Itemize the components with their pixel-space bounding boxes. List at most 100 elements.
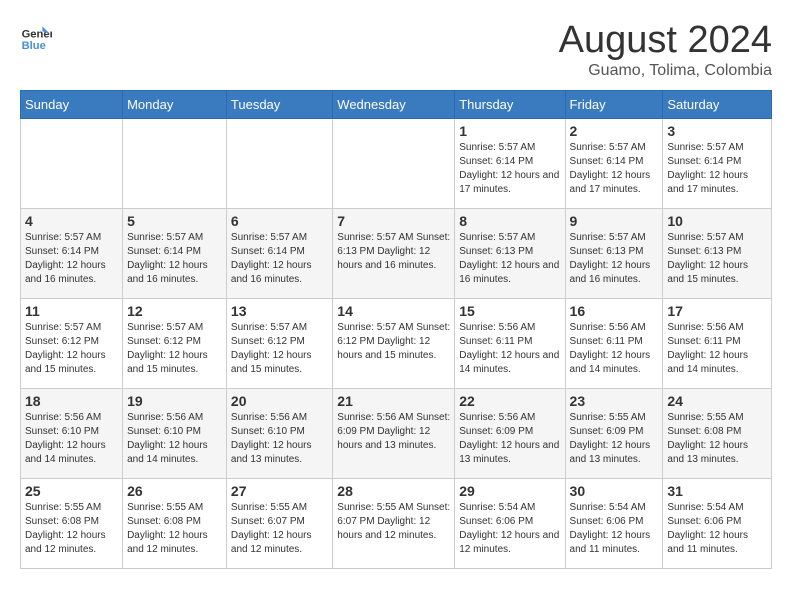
week-row-4: 18Sunrise: 5:56 AM Sunset: 6:10 PM Dayli…: [21, 388, 772, 478]
day-info: Sunrise: 5:56 AM Sunset: 6:10 PM Dayligh…: [25, 411, 118, 467]
day-info: Sunrise: 5:56 AM Sunset: 6:11 PM Dayligh…: [667, 321, 767, 377]
day-info: Sunrise: 5:56 AM Sunset: 6:09 PM Dayligh…: [459, 411, 560, 467]
day-info: Sunrise: 5:57 AM Sunset: 6:14 PM Dayligh…: [459, 141, 560, 197]
logo-icon: General Blue: [20, 20, 52, 52]
day-info: Sunrise: 5:56 AM Sunset: 6:09 PM Dayligh…: [337, 411, 450, 453]
day-info: Sunrise: 5:57 AM Sunset: 6:12 PM Dayligh…: [231, 321, 328, 377]
svg-text:General: General: [22, 29, 52, 41]
day-info: Sunrise: 5:55 AM Sunset: 6:07 PM Dayligh…: [231, 501, 328, 557]
calendar-cell: 16 Sunrise: 5:56 AM Sunset: 6:11 PM Dayli…: [565, 298, 663, 388]
header-monday: Monday: [123, 90, 227, 118]
day-number: 31: [667, 483, 767, 499]
calendar-cell: 26Sunrise: 5:55 AM Sunset: 6:08 PM Dayli…: [123, 478, 227, 568]
calendar-cell: 23Sunrise: 5:55 AM Sunset: 6:09 PM Dayli…: [565, 388, 663, 478]
day-info: Sunrise: 5:57 AM Sunset: 6:14 PM Dayligh…: [667, 141, 767, 197]
day-number: 7: [337, 213, 450, 229]
calendar-cell: 22 Sunrise: 5:56 AM Sunset: 6:09 PM Dayli…: [455, 388, 565, 478]
header: General Blue August 2024 Guamo, Tolima, …: [20, 20, 772, 80]
calendar-cell: 3Sunrise: 5:57 AM Sunset: 6:14 PM Daylig…: [663, 118, 772, 208]
day-number: 30: [570, 483, 659, 499]
day-number: 12: [127, 303, 222, 319]
header-sunday: Sunday: [21, 90, 123, 118]
calendar-cell: 13 Sunrise: 5:57 AM Sunset: 6:12 PM Dayli…: [226, 298, 332, 388]
day-info: Sunrise: 5:56 AM Sunset: 6:10 PM Dayligh…: [127, 411, 222, 467]
week-row-1: 1 Sunrise: 5:57 AM Sunset: 6:14 PM Daylig…: [21, 118, 772, 208]
day-info: Sunrise: 5:54 AM Sunset: 6:06 PM Dayligh…: [667, 501, 767, 557]
day-number: 24: [667, 393, 767, 409]
calendar-cell: 7 Sunrise: 5:57 AM Sunset: 6:13 PM Daylig…: [333, 208, 455, 298]
calendar-cell: 9 Sunrise: 5:57 AM Sunset: 6:13 PM Daylig…: [565, 208, 663, 298]
calendar-cell: 5 Sunrise: 5:57 AM Sunset: 6:14 PM Daylig…: [123, 208, 227, 298]
day-number: 6: [231, 213, 328, 229]
day-number: 2: [570, 123, 659, 139]
calendar-cell: 4Sunrise: 5:57 AM Sunset: 6:14 PM Daylig…: [21, 208, 123, 298]
day-info: Sunrise: 5:57 AM Sunset: 6:13 PM Dayligh…: [667, 231, 767, 287]
day-number: 27: [231, 483, 328, 499]
day-info: Sunrise: 5:55 AM Sunset: 6:08 PM Dayligh…: [25, 501, 118, 557]
calendar-cell: 21Sunrise: 5:56 AM Sunset: 6:09 PM Dayli…: [333, 388, 455, 478]
day-number: 8: [459, 213, 560, 229]
calendar-cell: 30 Sunrise: 5:54 AM Sunset: 6:06 PM Dayli…: [565, 478, 663, 568]
day-number: 10: [667, 213, 767, 229]
calendar-cell: 11Sunrise: 5:57 AM Sunset: 6:12 PM Dayli…: [21, 298, 123, 388]
page-title: August 2024: [559, 20, 772, 62]
day-number: 1: [459, 123, 560, 139]
day-number: 25: [25, 483, 118, 499]
header-wednesday: Wednesday: [333, 90, 455, 118]
day-number: 22: [459, 393, 560, 409]
header-saturday: Saturday: [663, 90, 772, 118]
header-row: SundayMondayTuesdayWednesdayThursdayFrid…: [21, 90, 772, 118]
calendar-cell: 19Sunrise: 5:56 AM Sunset: 6:10 PM Dayli…: [123, 388, 227, 478]
day-number: 5: [127, 213, 222, 229]
week-row-2: 4Sunrise: 5:57 AM Sunset: 6:14 PM Daylig…: [21, 208, 772, 298]
day-number: 29: [459, 483, 560, 499]
calendar-cell: 31 Sunrise: 5:54 AM Sunset: 6:06 PM Dayli…: [663, 478, 772, 568]
calendar-cell: 8 Sunrise: 5:57 AM Sunset: 6:13 PM Daylig…: [455, 208, 565, 298]
day-info: Sunrise: 5:57 AM Sunset: 6:13 PM Dayligh…: [337, 231, 450, 273]
day-number: 15: [459, 303, 560, 319]
day-number: 28: [337, 483, 450, 499]
calendar-cell: 2Sunrise: 5:57 AM Sunset: 6:14 PM Daylig…: [565, 118, 663, 208]
day-number: 16: [570, 303, 659, 319]
header-tuesday: Tuesday: [226, 90, 332, 118]
day-number: 13: [231, 303, 328, 319]
calendar-cell: 17 Sunrise: 5:56 AM Sunset: 6:11 PM Dayli…: [663, 298, 772, 388]
day-number: 23: [570, 393, 659, 409]
day-number: 26: [127, 483, 222, 499]
calendar-cell: 25 Sunrise: 5:55 AM Sunset: 6:08 PM Dayli…: [21, 478, 123, 568]
calendar-cell: [21, 118, 123, 208]
day-number: 17: [667, 303, 767, 319]
week-row-5: 25 Sunrise: 5:55 AM Sunset: 6:08 PM Dayli…: [21, 478, 772, 568]
day-info: Sunrise: 5:57 AM Sunset: 6:14 PM Dayligh…: [127, 231, 222, 287]
day-number: 20: [231, 393, 328, 409]
calendar-cell: 6Sunrise: 5:57 AM Sunset: 6:14 PM Daylig…: [226, 208, 332, 298]
calendar-cell: [333, 118, 455, 208]
calendar-cell: 24 Sunrise: 5:55 AM Sunset: 6:08 PM Dayli…: [663, 388, 772, 478]
day-info: Sunrise: 5:55 AM Sunset: 6:08 PM Dayligh…: [667, 411, 767, 467]
day-info: Sunrise: 5:56 AM Sunset: 6:11 PM Dayligh…: [570, 321, 659, 377]
subtitle: Guamo, Tolima, Colombia: [559, 62, 772, 80]
title-area: August 2024 Guamo, Tolima, Colombia: [559, 20, 772, 80]
week-row-3: 11 Sunrise: 5:57 AM Sunset: 6:12 PM Dayli…: [21, 298, 772, 388]
calendar-cell: 12Sunrise: 5:57 AM Sunset: 6:12 PM Dayli…: [123, 298, 227, 388]
day-info: Sunrise: 5:54 AM Sunset: 6:06 PM Dayligh…: [570, 501, 659, 557]
header-friday: Friday: [565, 90, 663, 118]
day-info: Sunrise: 5:56 AM Sunset: 6:11 PM Dayligh…: [459, 321, 560, 377]
calendar-cell: 27 Sunrise: 5:55 AM Sunset: 6:07 PM Dayli…: [226, 478, 332, 568]
day-info: Sunrise: 5:57 AM Sunset: 6:12 PM Dayligh…: [337, 321, 450, 363]
day-info: Sunrise: 5:57 AM Sunset: 6:13 PM Dayligh…: [459, 231, 560, 287]
logo: General Blue: [20, 20, 52, 52]
calendar-cell: 20Sunrise: 5:56 AM Sunset: 6:10 PM Dayli…: [226, 388, 332, 478]
header-thursday: Thursday: [455, 90, 565, 118]
calendar-cell: 28 Sunrise: 5:55 AM Sunset: 6:07 PM Dayli…: [333, 478, 455, 568]
calendar-table: SundayMondayTuesdayWednesdayThursdayFrid…: [20, 90, 772, 569]
calendar-cell: [226, 118, 332, 208]
day-info: Sunrise: 5:57 AM Sunset: 6:13 PM Dayligh…: [570, 231, 659, 287]
day-info: Sunrise: 5:57 AM Sunset: 6:14 PM Dayligh…: [25, 231, 118, 287]
calendar-cell: 14 Sunrise: 5:57 AM Sunset: 6:12 PM Dayli…: [333, 298, 455, 388]
day-info: Sunrise: 5:55 AM Sunset: 6:07 PM Dayligh…: [337, 501, 450, 543]
day-number: 14: [337, 303, 450, 319]
calendar-cell: 15 Sunrise: 5:56 AM Sunset: 6:11 PM Dayli…: [455, 298, 565, 388]
day-number: 11: [25, 303, 118, 319]
day-number: 9: [570, 213, 659, 229]
